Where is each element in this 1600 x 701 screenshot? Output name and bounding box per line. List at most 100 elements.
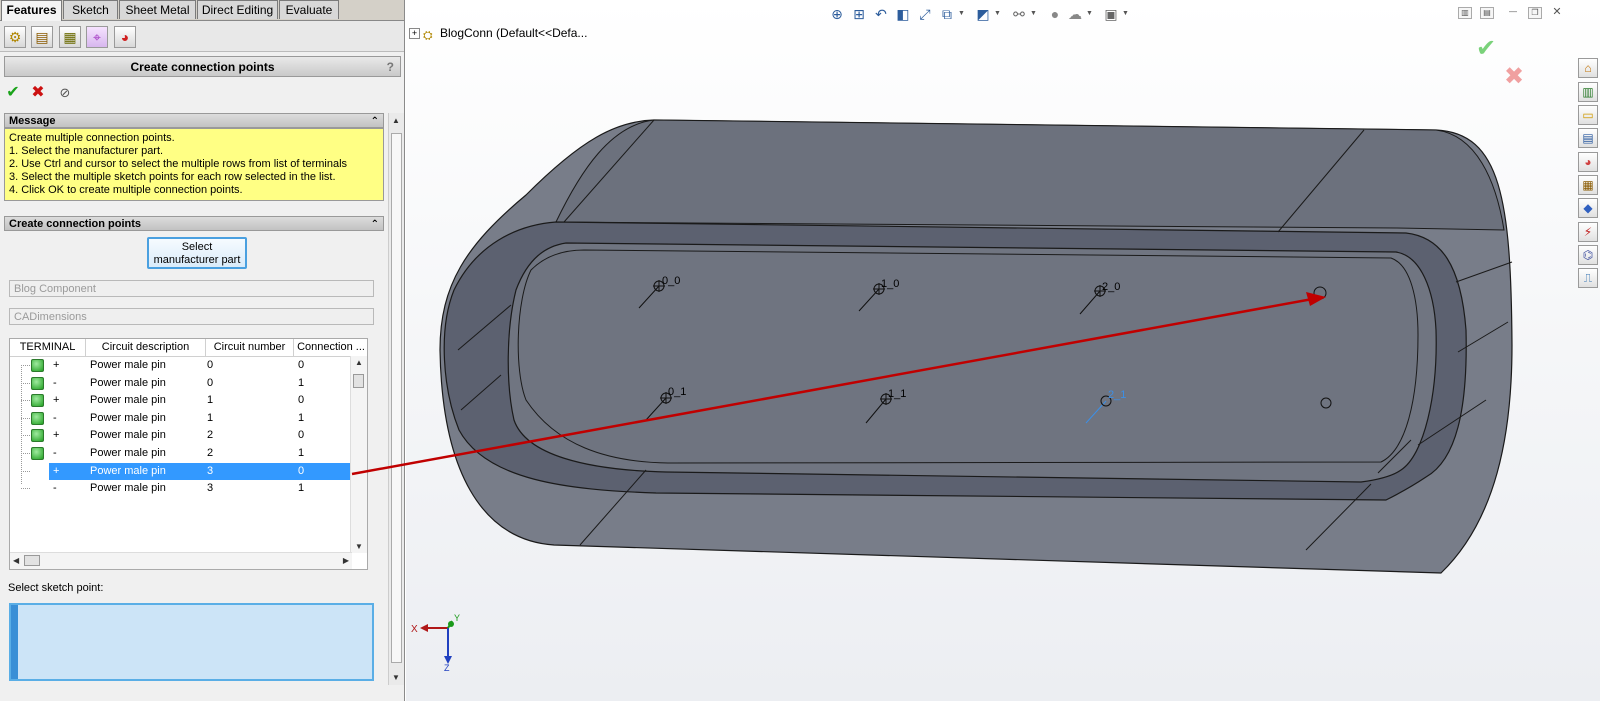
color-wheel-icon: ◕ xyxy=(120,29,130,45)
ccp-group-header[interactable]: Create connection points ⌃ xyxy=(4,216,384,231)
ccp-heading: Create connection points xyxy=(9,218,142,230)
grid-header: TERMINAL Circuit description Circuit num… xyxy=(10,339,367,357)
circuit-number-cell: 0 xyxy=(207,376,214,389)
connection-cell: 0 xyxy=(298,464,305,477)
button-label-line1: Select xyxy=(181,241,213,253)
z-label: Z xyxy=(444,663,450,672)
top-face xyxy=(555,119,1505,231)
circuit-description-cell: Power male pin xyxy=(90,482,166,495)
panel-vertical-scrollbar[interactable]: ▲ ▼ xyxy=(388,113,404,685)
terminal-check-icon[interactable] xyxy=(31,411,44,425)
collapse-chevron-icon[interactable]: ⌃ xyxy=(371,217,379,232)
command-manager-tabs: Features Sketch Sheet Metal Direct Editi… xyxy=(0,0,404,21)
message-box: Create multiple connection points. 1. Se… xyxy=(4,128,384,201)
circuit-description-cell: Power male pin xyxy=(90,376,166,389)
grid-horizontal-scrollbar[interactable]: ◀ ▶ xyxy=(10,552,352,569)
message-line: 3. Select the multiple sketch points for… xyxy=(9,171,336,183)
terminal-sign: + xyxy=(53,359,60,371)
message-line: 2. Use Ctrl and cursor to select the mul… xyxy=(9,158,348,170)
column-connection[interactable]: Connection ... xyxy=(294,339,367,356)
feature-tree-icon: ⚙ xyxy=(8,28,22,45)
connection-cell: 1 xyxy=(298,376,305,389)
feature-manager-icon[interactable]: ⚙ xyxy=(4,26,26,48)
tab-features[interactable]: Features xyxy=(1,0,62,21)
cancel-button[interactable]: ✖ xyxy=(29,84,47,102)
table-row[interactable]: + Power male pin 3 0 xyxy=(10,462,352,480)
tab-sheet-metal[interactable]: Sheet Metal xyxy=(119,0,196,19)
table-row[interactable]: - Power male pin 3 1 xyxy=(10,480,352,497)
terminal-sign: - xyxy=(53,447,57,459)
ok-button[interactable]: ✔ xyxy=(4,84,22,102)
circuit-description-cell: Power male pin xyxy=(90,359,166,371)
button-label-line2: manufacturer part xyxy=(153,254,241,266)
scroll-left-icon[interactable]: ◀ xyxy=(13,556,19,565)
collapse-chevron-icon[interactable]: ⌃ xyxy=(371,114,379,129)
tab-direct-editing[interactable]: Direct Editing xyxy=(197,0,278,19)
title-text: Create connection points xyxy=(130,60,275,74)
circuit-description-cell: Power male pin xyxy=(90,429,166,442)
message-line: Create multiple connection points. xyxy=(9,132,175,144)
help-icon[interactable]: ? xyxy=(387,57,394,78)
component-field: Blog Component xyxy=(9,280,374,297)
scroll-thumb[interactable] xyxy=(391,133,402,663)
graphics-area[interactable]: + ⛭ BlogConn (Default<<Defa... ⊕ ⊞ ↶ ◧ ⤢ ⧉… xyxy=(406,0,1600,701)
terminal-sign: - xyxy=(53,482,57,495)
terminal-sign: + xyxy=(53,394,60,407)
configuration-manager-icon[interactable]: ▦ xyxy=(59,26,81,48)
table-row[interactable]: + Power male pin 0 0 xyxy=(10,357,352,374)
select-manufacturer-part-button[interactable]: Select manufacturer part xyxy=(147,237,247,269)
terminal-sign: - xyxy=(53,411,57,424)
scroll-right-icon[interactable]: ▶ xyxy=(343,556,349,565)
scroll-thumb[interactable] xyxy=(24,555,40,566)
scroll-up-icon[interactable]: ▲ xyxy=(355,358,363,367)
scroll-thumb[interactable] xyxy=(353,374,364,388)
tree-branch-line xyxy=(21,470,30,472)
table-row[interactable]: - Power male pin 2 1 xyxy=(10,445,352,462)
tree-branch-line xyxy=(21,400,30,402)
configuration-icon: ▦ xyxy=(63,28,77,45)
sketch-point-selection-box[interactable] xyxy=(9,603,374,681)
terminal-check-icon[interactable] xyxy=(31,429,44,443)
terminal-check-icon[interactable] xyxy=(31,359,44,372)
scroll-down-icon[interactable]: ▼ xyxy=(355,542,363,551)
pushpin-icon[interactable]: ⊘ xyxy=(56,84,74,102)
terminal-check-icon[interactable] xyxy=(31,447,44,460)
terminal-check-icon[interactable] xyxy=(31,376,44,390)
point-label: 1_0 xyxy=(881,278,899,290)
property-manager-title: Create connection points ? xyxy=(4,56,401,77)
property-manager-icon[interactable]: ▤ xyxy=(31,26,53,48)
circuit-number-cell: 2 xyxy=(207,429,214,442)
tree-branch-line xyxy=(21,488,30,490)
column-circuit-number[interactable]: Circuit number xyxy=(206,339,294,356)
table-row[interactable]: - Power male pin 1 1 xyxy=(10,410,352,427)
property-sheet-icon: ▤ xyxy=(35,28,49,45)
point-label: 2_0 xyxy=(1102,281,1120,293)
connection-cell: 1 xyxy=(298,482,305,495)
column-terminal[interactable]: TERMINAL xyxy=(10,339,86,356)
tab-sketch[interactable]: Sketch xyxy=(63,0,118,19)
scroll-down-icon[interactable]: ▼ xyxy=(392,673,400,682)
x-arrow-icon xyxy=(420,624,428,632)
scroll-up-icon[interactable]: ▲ xyxy=(392,116,400,125)
circuit-number-cell: 2 xyxy=(207,447,214,459)
point-label: 1_1 xyxy=(888,388,906,400)
circuit-number-cell: 3 xyxy=(207,464,214,477)
message-group-header[interactable]: Message ⌃ xyxy=(4,113,384,128)
grid-vertical-scrollbar[interactable]: ▲ ▼ xyxy=(350,356,367,553)
terminal-grid: TERMINAL Circuit description Circuit num… xyxy=(9,338,368,570)
display-manager-icon[interactable]: ◕ xyxy=(114,26,136,48)
message-line: 1. Select the manufacturer part. xyxy=(9,145,164,157)
connection-cell: 1 xyxy=(298,447,305,459)
connector-model[interactable]: 0_0 1_0 2_0 0_1 1_1 2_1 xyxy=(406,0,1600,701)
terminal-check-icon[interactable] xyxy=(31,394,44,408)
table-row[interactable]: + Power male pin 1 0 xyxy=(10,392,352,409)
column-circuit-description[interactable]: Circuit description xyxy=(86,339,206,356)
circuit-description-cell: Power male pin xyxy=(90,411,166,424)
tab-evaluate[interactable]: Evaluate xyxy=(279,0,339,19)
table-row[interactable]: + Power male pin 2 0 xyxy=(10,427,352,444)
recessed-face xyxy=(517,249,1419,464)
dimxpert-icon[interactable]: ⌖ xyxy=(86,26,108,48)
property-manager-panel: Features Sketch Sheet Metal Direct Editi… xyxy=(0,0,405,701)
sketch-point-label: Select sketch point: xyxy=(8,582,104,594)
table-row[interactable]: - Power male pin 0 1 xyxy=(10,375,352,392)
